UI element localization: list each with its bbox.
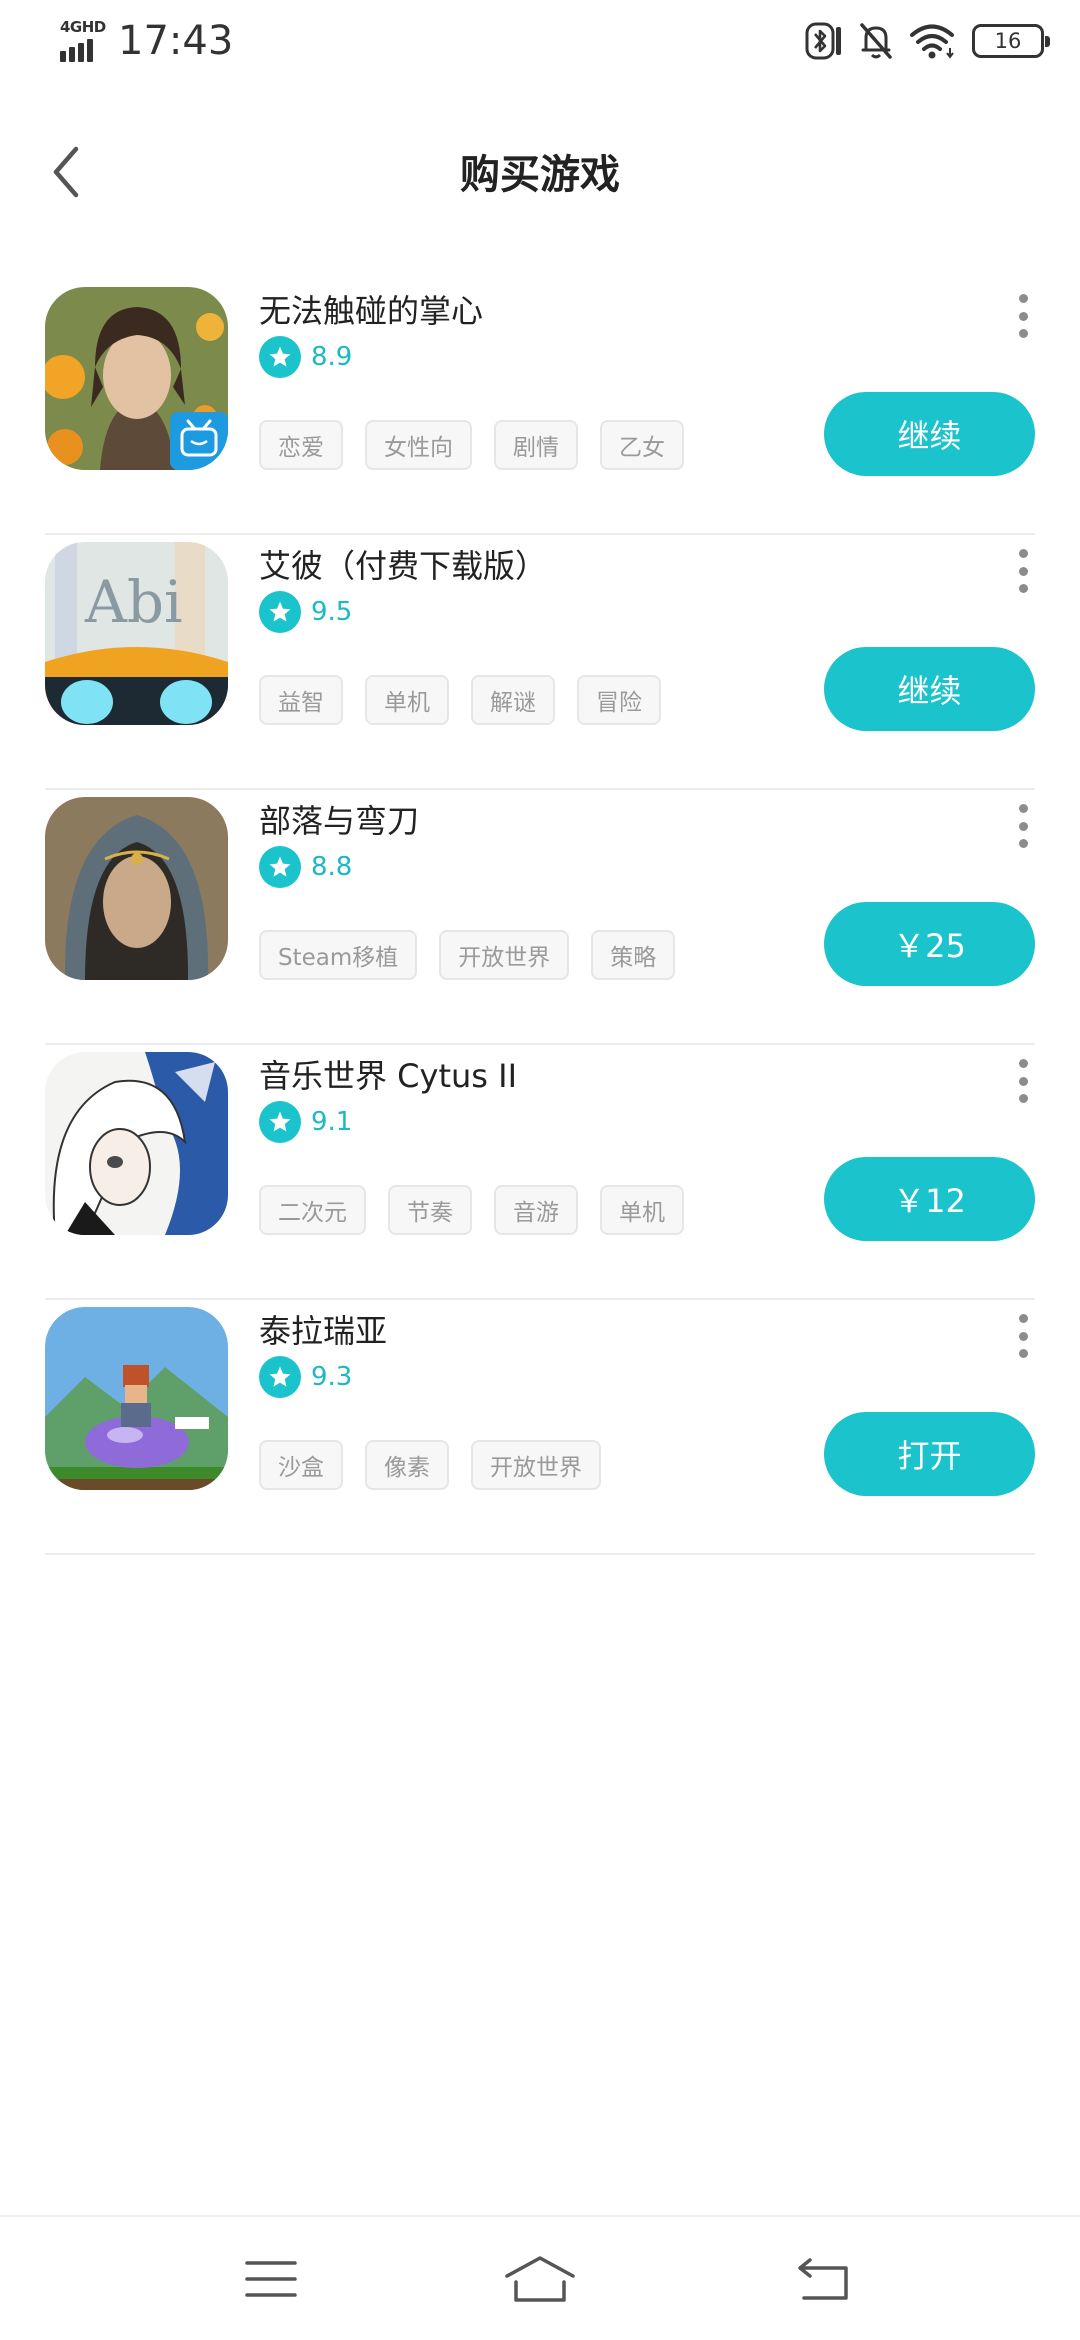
status-icons: 16 — [804, 18, 1050, 64]
star-icon — [259, 336, 301, 378]
more-vertical-icon[interactable] — [1011, 549, 1035, 593]
game-tag[interactable]: 单机 — [365, 675, 449, 725]
rating-value: 9.3 — [311, 1362, 353, 1392]
game-rating: 8.8 — [259, 846, 352, 888]
game-tag[interactable]: 乙女 — [600, 420, 684, 470]
game-rating: 9.1 — [259, 1101, 352, 1143]
battery-level: 16 — [994, 29, 1022, 53]
more-vertical-icon[interactable] — [1011, 1059, 1035, 1103]
game-rating: 8.9 — [259, 336, 352, 378]
game-icon-veiled-woman[interactable] — [45, 797, 228, 980]
game-tag[interactable]: 益智 — [259, 675, 343, 725]
bluetooth-icon — [805, 22, 841, 60]
more-vertical-icon[interactable] — [1011, 804, 1035, 848]
open-button[interactable]: 打开 — [824, 1412, 1035, 1496]
page-header: 购买游戏 — [0, 120, 1080, 220]
game-tag[interactable]: 沙盒 — [259, 1440, 343, 1490]
menu-icon — [245, 2261, 297, 2297]
buy-button[interactable]: ￥25 — [824, 902, 1035, 986]
star-icon — [259, 1101, 301, 1143]
game-tag[interactable]: 策略 — [591, 930, 676, 980]
game-list-item[interactable]: Abi 艾彼（付费下载版） 9.5 益智 单机 解谜 冒险 继续 — [45, 535, 1035, 790]
tag-list: 二次元 节奏 音游 单机 — [259, 1185, 684, 1235]
game-tag[interactable]: 剧情 — [494, 420, 578, 470]
star-icon — [259, 591, 301, 633]
game-tag[interactable]: 恋爱 — [259, 420, 343, 470]
game-list: 无法触碰的掌心 8.9 恋爱 女性向 剧情 乙女 继续 Abi 艾彼（付费下载版… — [45, 280, 1035, 1555]
system-nav-bar — [0, 2215, 1080, 2340]
tag-list: 沙盒 像素 开放世界 — [259, 1440, 601, 1490]
cellular-signal-icon: 4GHD — [58, 18, 108, 62]
game-tag[interactable]: 开放世界 — [471, 1440, 601, 1490]
tag-list: Steam移植 开放世界 策略 — [259, 930, 676, 980]
rating-value: 9.5 — [311, 597, 353, 627]
game-icon-pixel-hero[interactable] — [45, 1307, 228, 1490]
buy-button[interactable]: ￥12 — [824, 1157, 1035, 1241]
game-tag[interactable]: 节奏 — [388, 1185, 472, 1235]
game-tag[interactable]: 开放世界 — [439, 930, 570, 980]
game-list-item[interactable]: 泰拉瑞亚 9.3 沙盒 像素 开放世界 打开 — [45, 1300, 1035, 1555]
tag-list: 恋爱 女性向 剧情 乙女 — [259, 420, 684, 470]
game-list-item[interactable]: 音乐世界 Cytus II 9.1 二次元 节奏 音游 单机 ￥12 — [45, 1045, 1035, 1300]
game-tag[interactable]: 解谜 — [471, 675, 555, 725]
tag-list: 益智 单机 解谜 冒险 — [259, 675, 661, 725]
page-title: 购买游戏 — [460, 152, 620, 198]
star-icon — [259, 1356, 301, 1398]
star-icon — [259, 846, 301, 888]
home-icon — [505, 2256, 575, 2302]
return-icon — [798, 2258, 848, 2300]
mute-bell-icon — [860, 23, 892, 59]
status-time: 17:43 — [118, 18, 234, 64]
rating-value: 9.1 — [311, 1107, 353, 1137]
game-name[interactable]: 无法触碰的掌心 — [259, 286, 483, 332]
continue-button[interactable]: 继续 — [824, 392, 1035, 476]
game-list-item[interactable]: 无法触碰的掌心 8.9 恋爱 女性向 剧情 乙女 继续 — [45, 280, 1035, 535]
wifi-icon — [910, 24, 954, 59]
continue-button[interactable]: 继续 — [824, 647, 1035, 731]
nav-home-button[interactable] — [500, 2247, 580, 2311]
rating-value: 8.9 — [311, 342, 353, 372]
game-list-item[interactable]: 部落与弯刀 8.8 Steam移植 开放世界 策略 ￥25 — [45, 790, 1035, 1045]
rating-value: 8.8 — [311, 852, 353, 882]
game-rating: 9.5 — [259, 591, 352, 633]
game-icon-abi-robot[interactable]: Abi — [45, 542, 228, 725]
nav-menu-button[interactable] — [231, 2247, 311, 2311]
nav-back-button[interactable] — [784, 2247, 864, 2311]
network-type: 4GHD — [60, 18, 106, 36]
more-vertical-icon[interactable] — [1011, 294, 1035, 338]
game-icon-portrait-man[interactable] — [45, 287, 228, 470]
game-name[interactable]: 艾彼（付费下载版） — [259, 541, 547, 587]
status-bar: 4GHD 17:43 16 — [0, 0, 1080, 84]
game-rating: 9.3 — [259, 1356, 352, 1398]
svg-text:Abi: Abi — [84, 568, 183, 636]
game-icon-anime-girl[interactable] — [45, 1052, 228, 1235]
game-tag[interactable]: Steam移植 — [259, 930, 418, 980]
game-tag[interactable]: 冒险 — [577, 675, 661, 725]
game-tag[interactable]: 单机 — [600, 1185, 684, 1235]
game-tag[interactable]: 音游 — [494, 1185, 578, 1235]
battery-indicator: 16 — [972, 24, 1050, 58]
game-tag[interactable]: 女性向 — [365, 420, 472, 470]
game-tag[interactable]: 像素 — [365, 1440, 449, 1490]
more-vertical-icon[interactable] — [1011, 1314, 1035, 1358]
game-tag[interactable]: 二次元 — [259, 1185, 366, 1235]
game-name[interactable]: 音乐世界 Cytus II — [259, 1051, 517, 1097]
game-name[interactable]: 泰拉瑞亚 — [259, 1306, 387, 1352]
game-name[interactable]: 部落与弯刀 — [259, 796, 419, 842]
